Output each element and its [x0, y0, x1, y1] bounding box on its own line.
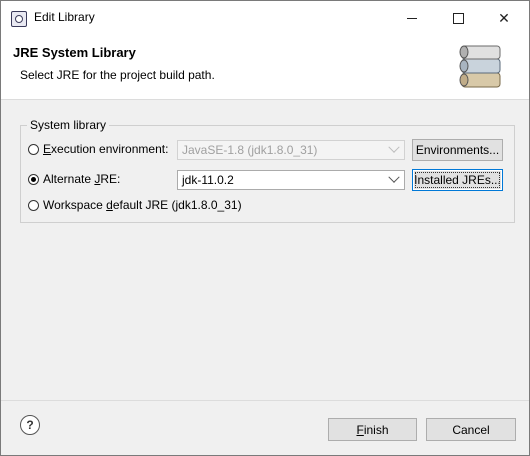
footer-separator: [1, 400, 529, 401]
dialog-header: JRE System Library Select JRE for the pr…: [1, 35, 529, 100]
close-icon: ✕: [498, 9, 510, 26]
button-label: Installed JREs...: [414, 173, 501, 187]
maximize-icon: [452, 12, 464, 24]
label-text: efault JRE (jdk1.8.0_31): [112, 198, 242, 212]
chevron-down-icon: [388, 141, 400, 153]
finish-button[interactable]: Finish: [328, 418, 417, 441]
installed-jres-button[interactable]: Installed JREs...: [412, 169, 503, 191]
radio-indicator[interactable]: [28, 143, 39, 155]
library-banner-icon: [459, 45, 501, 88]
header-description: Select JRE for the project build path.: [20, 68, 215, 82]
alternate-jre-radio[interactable]: Alternate JRE:: [28, 172, 120, 186]
system-library-label: System library: [27, 118, 110, 132]
label-text: RE:: [100, 172, 121, 186]
label-text: inish: [363, 422, 389, 437]
finish-label: Finish: [356, 423, 388, 437]
alternate-jre-combo[interactable]: jdk-11.0.2: [177, 170, 405, 190]
window-title: Edit Library: [34, 10, 95, 24]
label-text: Workspace: [43, 198, 107, 212]
close-button[interactable]: ✕: [481, 1, 527, 35]
execution-environment-combo[interactable]: JavaSE-1.8 (jdk1.8.0_31): [177, 140, 405, 160]
maximize-button[interactable]: [435, 1, 481, 35]
button-label: Cancel: [452, 422, 490, 437]
cancel-button[interactable]: Cancel: [426, 418, 516, 441]
minimize-button[interactable]: [389, 1, 435, 35]
mnemonic-f: F: [356, 422, 364, 437]
mnemonic-d: d: [106, 198, 113, 212]
combo-value: JavaSE-1.8 (jdk1.8.0_31): [182, 143, 318, 157]
execution-environment-radio[interactable]: Execution environment:: [28, 142, 168, 156]
edit-library-dialog: Edit Library ✕ JRE System Library Select…: [0, 0, 530, 456]
execution-environment-label: Execution environment:: [43, 142, 168, 156]
label-text: xecution environment:: [51, 142, 169, 156]
help-icon: ?: [26, 418, 34, 432]
workspace-default-jre-radio[interactable]: Workspace default JRE (jdk1.8.0_31): [28, 198, 242, 212]
title-bar[interactable]: Edit Library ✕: [1, 1, 529, 35]
mnemonic-e: E: [43, 142, 52, 156]
environments-button[interactable]: Environments...: [412, 139, 503, 161]
combo-value: jdk-11.0.2: [182, 173, 234, 187]
radio-indicator[interactable]: [28, 199, 39, 211]
header-title: JRE System Library: [13, 45, 136, 60]
workspace-default-label: Workspace default JRE (jdk1.8.0_31): [43, 198, 242, 212]
alternate-jre-label: Alternate JRE:: [43, 172, 120, 186]
chevron-down-icon: [388, 171, 400, 183]
label-text: Alternate: [43, 172, 95, 186]
button-label: Environments...: [415, 143, 500, 157]
eclipse-icon: [11, 11, 27, 27]
radio-indicator[interactable]: [28, 173, 39, 185]
minimize-icon: [407, 17, 417, 19]
help-button[interactable]: ?: [20, 415, 40, 435]
